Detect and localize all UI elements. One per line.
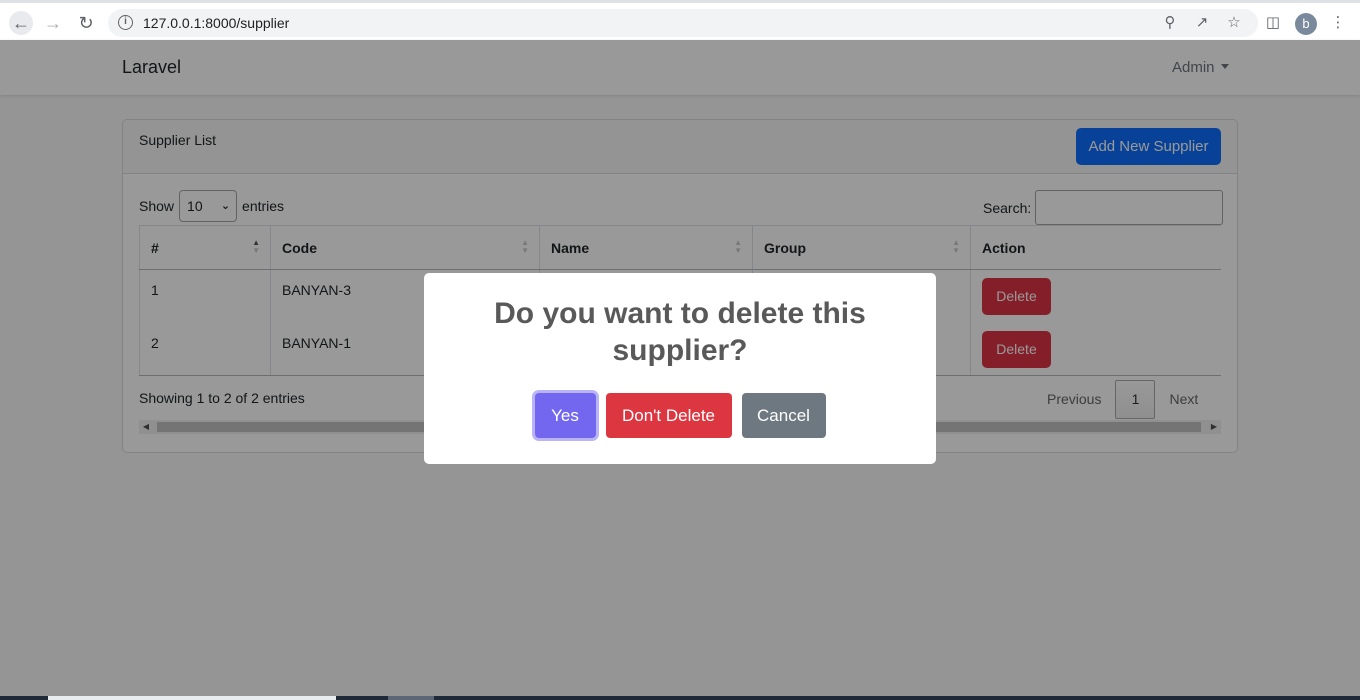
taskbar bbox=[0, 696, 1360, 700]
share-icon[interactable]: ↗ bbox=[1192, 13, 1212, 33]
dialog-actions: Yes Don't Delete Cancel bbox=[424, 393, 936, 438]
dialog-title: Do you want to delete this supplier? bbox=[494, 297, 866, 367]
forward-icon[interactable]: → bbox=[41, 11, 65, 35]
cancel-button[interactable]: Cancel bbox=[741, 393, 826, 438]
delete-confirm-dialog: Do you want to delete this supplier? Yes… bbox=[424, 273, 936, 464]
sidebar-icon[interactable]: ◫ bbox=[1263, 13, 1283, 33]
info-icon[interactable]: i bbox=[118, 15, 133, 30]
back-icon[interactable]: ← bbox=[9, 11, 33, 35]
avatar[interactable]: b bbox=[1295, 13, 1317, 35]
url-text[interactable]: 127.0.0.1:8000/supplier bbox=[143, 15, 289, 31]
reload-icon[interactable]: ↻ bbox=[74, 11, 98, 35]
location-icon[interactable]: ⚲ bbox=[1160, 13, 1180, 33]
taskbar-item[interactable] bbox=[48, 696, 336, 700]
browser-toolbar: ← → ↻ i 127.0.0.1:8000/supplier ⚲ ↗ ☆ ◫ … bbox=[0, 0, 1360, 40]
taskbar-item[interactable] bbox=[388, 696, 434, 700]
confirm-yes-button[interactable]: Yes bbox=[534, 393, 596, 438]
address-bar[interactable]: i 127.0.0.1:8000/supplier ⚲ ↗ ☆ bbox=[108, 9, 1258, 37]
dont-delete-button[interactable]: Don't Delete bbox=[605, 393, 732, 438]
menu-icon[interactable]: ⋮ bbox=[1328, 13, 1348, 33]
star-icon[interactable]: ☆ bbox=[1224, 13, 1244, 33]
